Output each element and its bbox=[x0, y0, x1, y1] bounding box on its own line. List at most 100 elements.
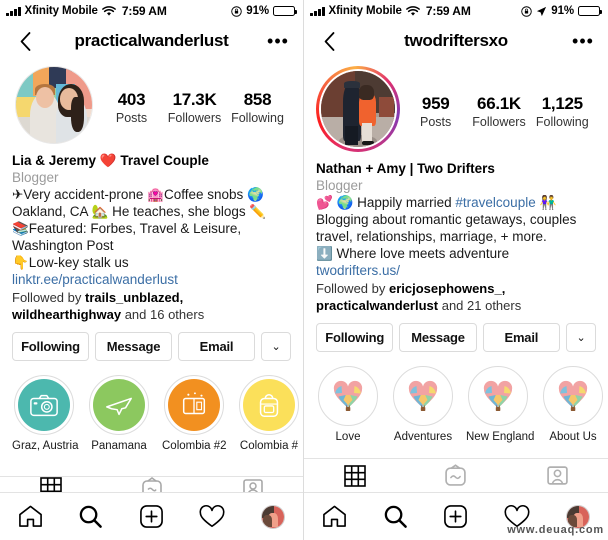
highlight-circle[interactable] bbox=[89, 375, 149, 435]
stat-posts[interactable]: 959 Posts bbox=[409, 93, 463, 130]
highlight-item[interactable]: Adventures bbox=[391, 366, 455, 443]
message-button[interactable]: Message bbox=[95, 332, 172, 361]
battery-icon bbox=[578, 5, 602, 17]
highlight-item[interactable]: About Us bbox=[541, 366, 605, 443]
bio-line: 👇Low-key stalk us bbox=[12, 255, 129, 270]
heart-icon bbox=[504, 504, 530, 527]
bio-external-link[interactable]: linktr.ee/practicalwanderlust bbox=[12, 271, 291, 288]
bio-section: Nathan + Amy | Two Drifters Blogger 💕 🌍 … bbox=[316, 156, 596, 314]
carrier-label: Xfinity Mobile bbox=[24, 5, 98, 17]
bio-category: Blogger bbox=[12, 170, 59, 185]
following-count: 858 bbox=[243, 89, 272, 109]
highlight-circle[interactable] bbox=[164, 375, 224, 435]
profile-avatar[interactable] bbox=[15, 66, 93, 144]
bio-line-prefix: 💕 🌍 Happily married bbox=[316, 195, 456, 210]
tab-igtv[interactable] bbox=[405, 464, 506, 487]
profile-content: 403 Posts 17.3K Followers 858 Following … bbox=[0, 60, 303, 476]
highlight-item[interactable]: Love bbox=[316, 366, 380, 443]
highlight-item[interactable]: New England bbox=[466, 366, 534, 443]
battery-percent-label: 91% bbox=[246, 5, 269, 17]
tab-grid[interactable] bbox=[0, 477, 101, 492]
rotation-lock-icon bbox=[231, 5, 243, 17]
action-buttons-row: Following Message Email ⌄ bbox=[12, 323, 291, 369]
highlight-circle[interactable] bbox=[543, 366, 603, 426]
page-title: practicalwanderlust bbox=[74, 31, 229, 50]
stat-followers[interactable]: 66.1K Followers bbox=[472, 93, 526, 130]
stat-following[interactable]: 1,125 Following bbox=[535, 93, 589, 130]
following-count: 1,125 bbox=[541, 93, 583, 113]
story-highlights-row: Love Adventures New England About Us bbox=[316, 360, 603, 443]
more-options-button[interactable]: ••• bbox=[265, 32, 291, 50]
back-button[interactable] bbox=[316, 31, 342, 51]
highlight-circle[interactable] bbox=[239, 375, 299, 435]
backpack-icon bbox=[259, 393, 279, 417]
profile-avatar[interactable] bbox=[316, 66, 400, 152]
nav-activity[interactable] bbox=[486, 504, 547, 530]
followers-label: Followers bbox=[167, 110, 222, 125]
battery-icon bbox=[273, 5, 297, 17]
bio-external-link[interactable]: twodrifters.us/ bbox=[316, 262, 596, 279]
nav-add[interactable] bbox=[121, 504, 182, 529]
followed-by-text: Followed by trails_unblazed, wildhearthi… bbox=[12, 288, 291, 323]
posts-count: 959 bbox=[421, 93, 450, 113]
bio-line: Blogging about romantic getaways, couple… bbox=[316, 212, 577, 227]
story-highlights-row: Graz, Austria Panamana Colombia #2 Colom… bbox=[12, 369, 299, 452]
nav-activity[interactable] bbox=[182, 504, 243, 530]
nav-profile[interactable] bbox=[547, 504, 608, 529]
tab-igtv[interactable] bbox=[101, 477, 202, 492]
nav-profile[interactable] bbox=[242, 504, 303, 529]
profile-avatar-icon bbox=[565, 504, 590, 529]
following-button[interactable]: Following bbox=[12, 332, 89, 361]
message-button[interactable]: Message bbox=[399, 323, 477, 352]
more-actions-button[interactable]: ⌄ bbox=[565, 323, 596, 352]
clock-label: 7:59 AM bbox=[121, 4, 167, 18]
wifi-icon bbox=[406, 5, 420, 16]
bottom-navigation-bar bbox=[0, 492, 303, 540]
stat-followers[interactable]: 17.3K Followers bbox=[168, 89, 222, 126]
heart-balloon-icon bbox=[333, 380, 363, 411]
tab-tagged[interactable] bbox=[507, 464, 608, 487]
bio-hashtag[interactable]: #travelcouple bbox=[455, 195, 535, 210]
highlight-label: Panamana bbox=[91, 440, 147, 452]
nav-home[interactable] bbox=[304, 504, 365, 529]
bio-line: 💕 🌍 Happily married #travelcouple 👫 bbox=[316, 194, 596, 211]
highlight-label: Love bbox=[335, 431, 361, 443]
highlight-item[interactable]: Colombia # bbox=[237, 375, 301, 452]
bio-line: Washington Post bbox=[12, 238, 114, 253]
bio-line: 📚Featured: Forbes, Travel & Leisure, bbox=[12, 221, 242, 236]
bio-line: ✈Very accident-prone 🏩Coffee snobs 🌍 bbox=[12, 187, 264, 202]
followed-by-prefix: Followed by bbox=[12, 290, 85, 305]
nav-search[interactable] bbox=[365, 504, 426, 529]
highlight-item[interactable]: Panamana bbox=[87, 375, 151, 452]
nav-add[interactable] bbox=[426, 504, 487, 529]
more-options-button[interactable]: ••• bbox=[570, 32, 596, 50]
highlight-circle[interactable] bbox=[393, 366, 453, 426]
tab-grid[interactable] bbox=[304, 464, 405, 487]
highlight-circle[interactable] bbox=[318, 366, 378, 426]
avatar-container[interactable] bbox=[316, 66, 400, 152]
avatar-container[interactable] bbox=[12, 66, 96, 144]
following-button[interactable]: Following bbox=[316, 323, 394, 352]
highlight-circle[interactable] bbox=[14, 375, 74, 435]
status-bar: Xfinity Mobile 7:59 AM 91% bbox=[0, 0, 303, 22]
followed-by-suffix[interactable]: and 16 others bbox=[121, 307, 205, 322]
highlight-circle[interactable] bbox=[468, 366, 528, 426]
back-button[interactable] bbox=[12, 31, 38, 51]
nav-search[interactable] bbox=[61, 504, 122, 529]
email-button[interactable]: Email bbox=[178, 332, 255, 361]
email-button[interactable]: Email bbox=[482, 323, 560, 352]
followed-by-prefix: Followed by bbox=[316, 281, 389, 296]
stat-posts[interactable]: 403 Posts bbox=[105, 89, 159, 126]
highlight-item[interactable]: Colombia #2 bbox=[162, 375, 227, 452]
page-title: twodriftersxo bbox=[404, 31, 508, 50]
status-bar: Xfinity Mobile 7:59 AM 91% bbox=[304, 0, 608, 22]
signal-bars-icon bbox=[310, 6, 325, 16]
nav-home[interactable] bbox=[0, 504, 61, 529]
highlight-item[interactable]: Graz, Austria bbox=[12, 375, 78, 452]
followed-by-suffix[interactable]: and 21 others bbox=[438, 298, 522, 313]
more-actions-button[interactable]: ⌄ bbox=[261, 332, 291, 361]
rotation-lock-icon bbox=[521, 5, 533, 17]
tab-tagged[interactable] bbox=[202, 477, 303, 492]
stat-following[interactable]: 858 Following bbox=[231, 89, 285, 126]
stats-row: 959 Posts 66.1K Followers 1,125 Followin… bbox=[400, 89, 596, 130]
